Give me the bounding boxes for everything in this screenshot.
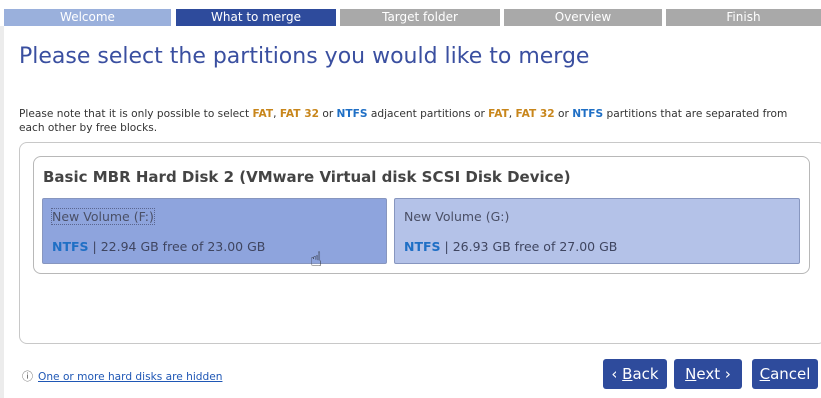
filesystem-label: NTFS — [404, 239, 441, 254]
step-what-to-merge: What to merge — [176, 9, 336, 26]
partition-label: New Volume (F:) — [51, 208, 155, 225]
page-title: Please select the partitions you would l… — [19, 44, 590, 69]
hidden-disks-link[interactable]: One or more hard disks are hidden — [38, 371, 222, 383]
step-welcome: Welcome — [4, 9, 171, 26]
filesystem-label: NTFS — [52, 239, 89, 254]
cancel-button[interactable]: Cancel — [752, 359, 818, 389]
partition-g[interactable]: New Volume (G:) NTFS | 26.93 GB free of … — [394, 198, 800, 264]
info-icon: ⓘ — [22, 370, 33, 383]
partition-label: New Volume (G:) — [404, 209, 510, 224]
wizard-steps: Welcome What to merge Target folder Over… — [0, 0, 821, 26]
step-overview: Overview — [504, 9, 662, 26]
partition-f[interactable]: New Volume (F:) NTFS | 22.94 GB free of … — [42, 198, 387, 264]
step-finish: Finish — [666, 9, 821, 26]
next-button[interactable]: Next › — [674, 359, 742, 389]
window-left-edge — [0, 26, 4, 398]
selection-note: Please note that it is only possible to … — [19, 108, 788, 134]
hand-cursor-icon: ☝ — [310, 247, 323, 271]
hidden-disks-notice: ⓘ One or more hard disks are hidden — [22, 368, 222, 384]
back-button[interactable]: ‹ Back — [603, 359, 667, 389]
disk-title: Basic MBR Hard Disk 2 (VMware Virtual di… — [43, 168, 571, 186]
partition-info: NTFS | 26.93 GB free of 27.00 GB — [404, 239, 618, 254]
step-target-folder: Target folder — [340, 9, 500, 26]
partition-info: NTFS | 22.94 GB free of 23.00 GB — [52, 239, 266, 254]
